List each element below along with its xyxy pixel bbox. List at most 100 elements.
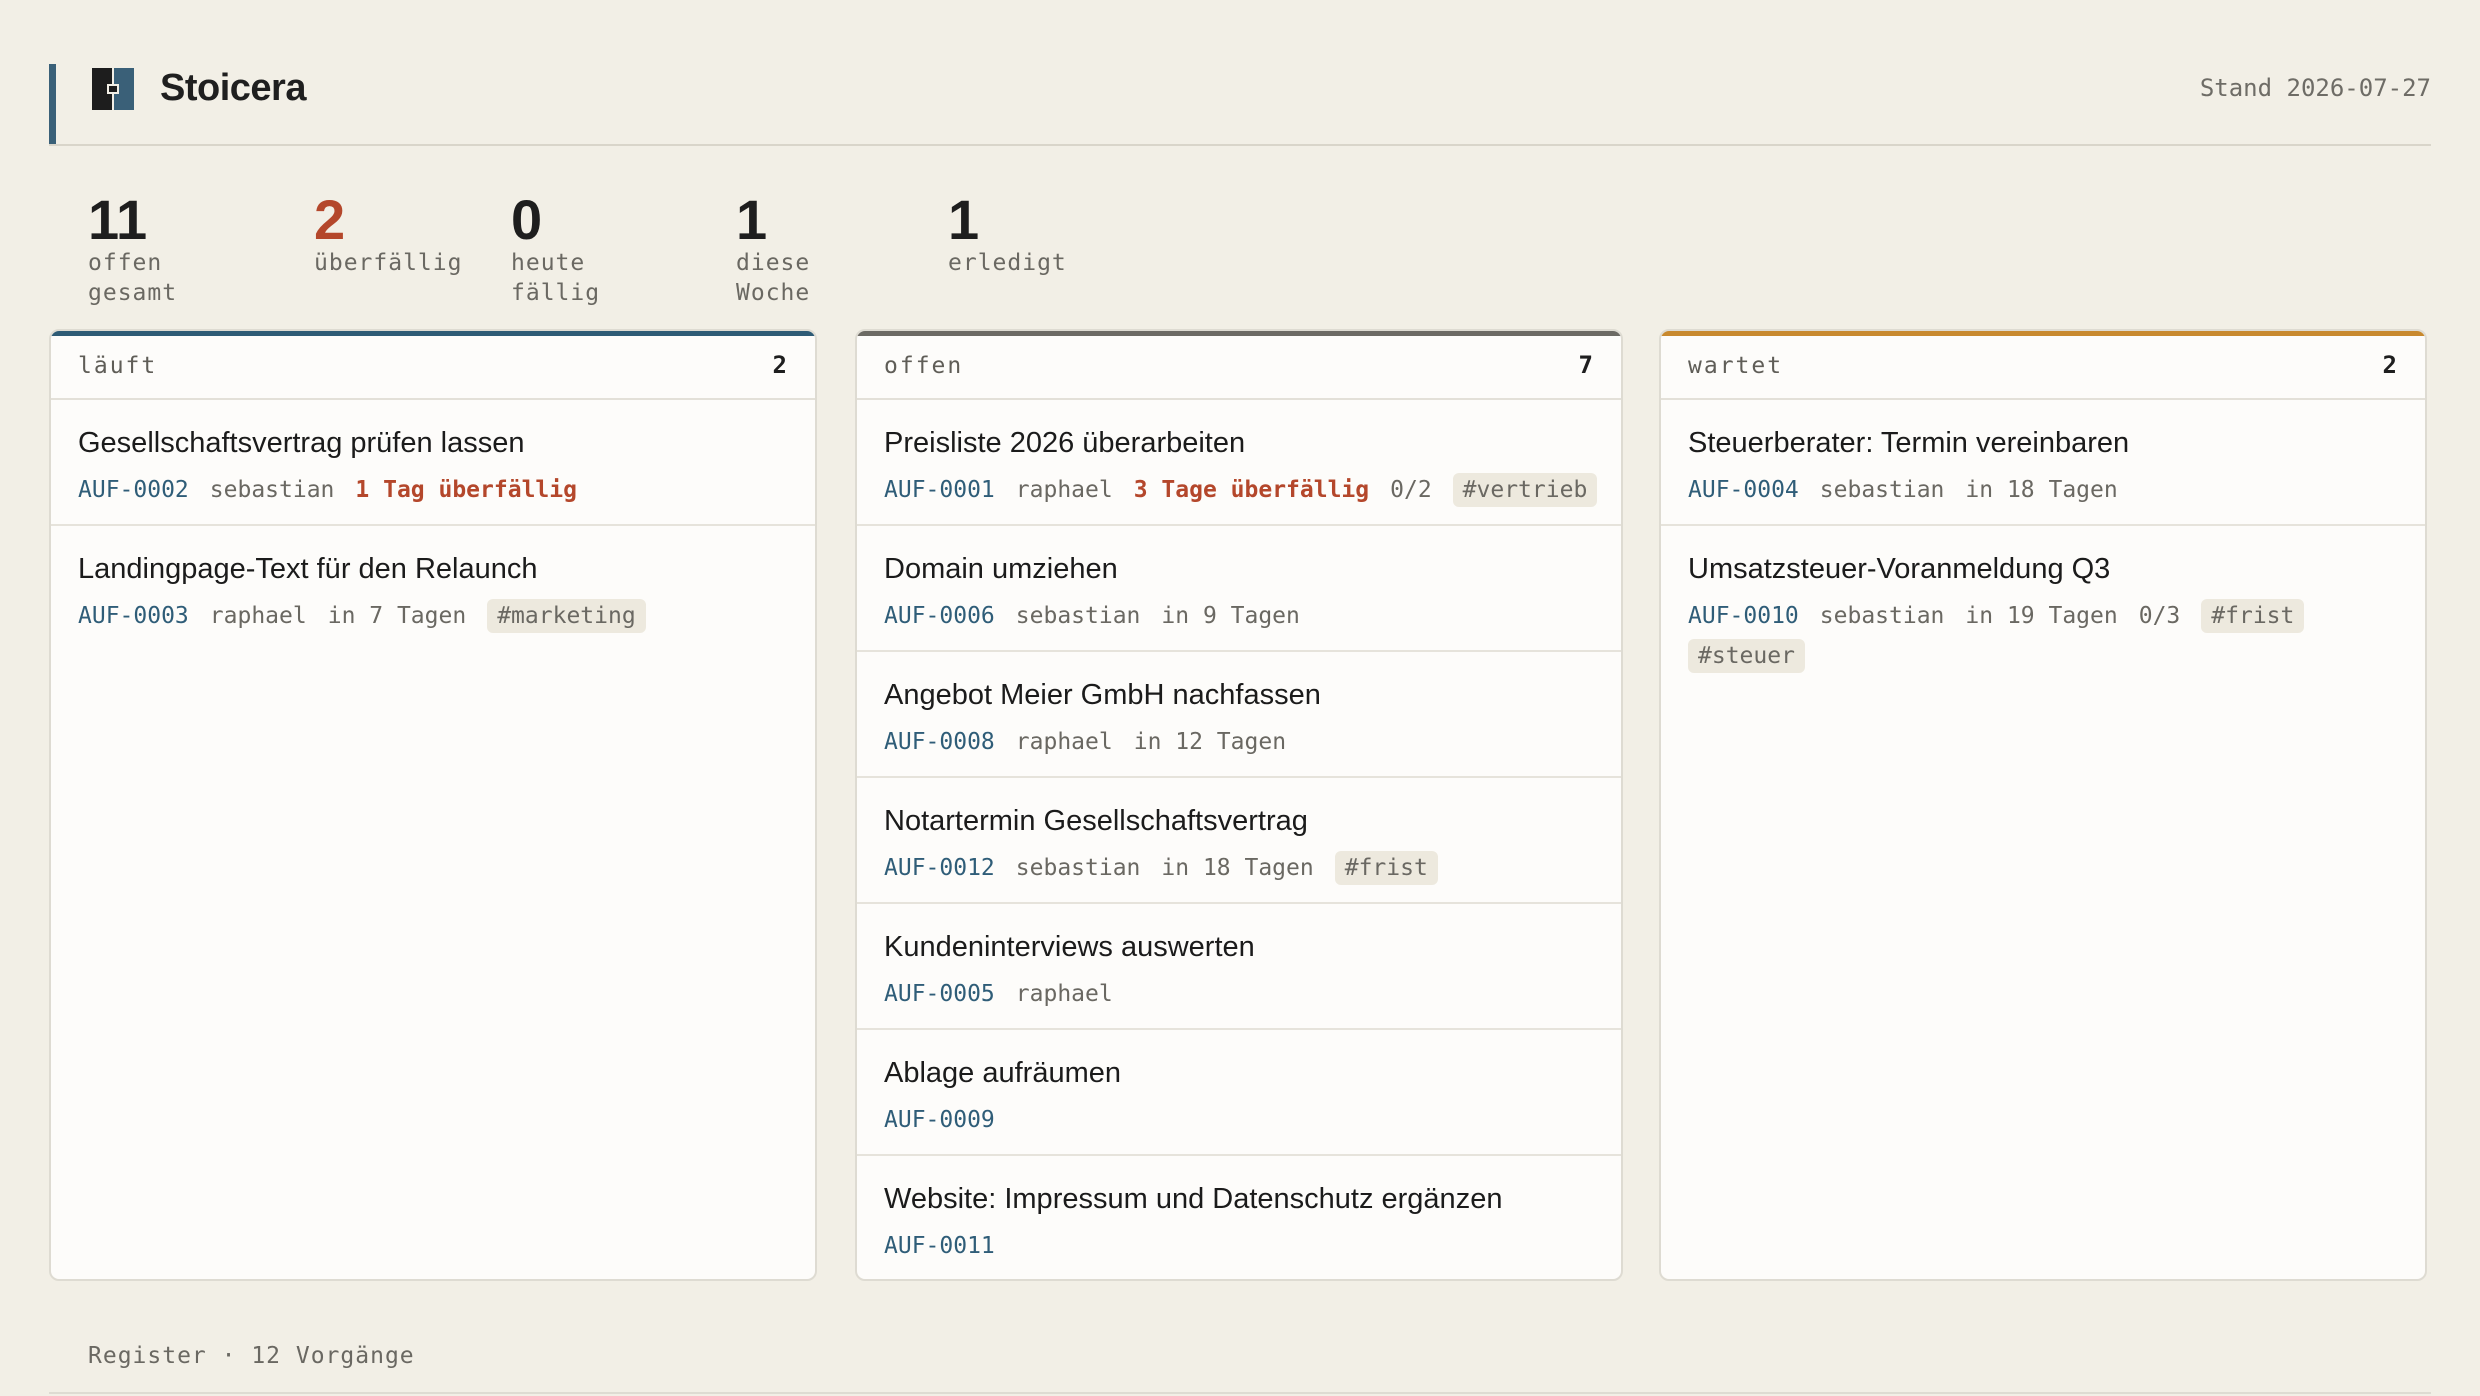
column-count: 7 [1578,351,1593,379]
register-divider [49,1392,2431,1394]
task-title: Notartermin Gesellschaftsvertrag [884,805,1308,837]
task-checklist-progress: 0/3 [2138,603,2181,629]
task-due: in 12 Tagen [1133,729,1287,755]
column-name: offen [884,353,964,379]
task-due: in 18 Tagen [1161,855,1314,881]
stat-offen-gesamt[interactable]: 11 offen gesamt [88,190,177,308]
task-title: Gesellschaftsvertrag prüfen lassen [78,427,525,459]
task-id[interactable]: AUF-0012 [884,845,995,891]
stat-value: 1 [736,188,768,251]
task-card[interactable]: Landingpage-Text für den Relaunch AUF-00… [51,526,815,652]
app-header: Stoicera Stand 2026-07-27 [49,64,2431,146]
stand-date: Stand 2026-07-27 [2199,74,2431,102]
task-due: in 7 Tagen [327,603,467,629]
task-id[interactable]: AUF-0009 [884,1097,995,1143]
task-meta: AUF-0006 sebastian in 9 Tagen [884,593,1601,639]
task-tag[interactable]: #vertrieb [1452,473,1598,507]
task-card[interactable]: Notartermin Gesellschaftsvertrag AUF-001… [857,778,1621,904]
task-id[interactable]: AUF-0006 [884,593,995,639]
column-count: 2 [2382,351,2397,379]
stat-value: 11 [88,188,148,251]
stat-erledigt[interactable]: 1 erledigt [948,190,1067,278]
task-title: Kundeninterviews auswerten [884,931,1255,963]
stat-label: offen gesamt [88,250,178,306]
task-due: in 19 Tagen [1965,603,2118,629]
task-assignee: raphael [1015,981,1113,1007]
task-id[interactable]: AUF-0004 [1688,467,1799,513]
task-assignee: sebastian [1819,603,1945,629]
column-laeuft: läuft 2 Gesellschaftsvertrag prüfen lass… [49,329,817,1281]
task-assignee: sebastian [209,477,335,503]
task-card[interactable]: Gesellschaftsvertrag prüfen lassen AUF-0… [51,400,815,526]
task-id[interactable]: AUF-0010 [1688,593,1799,639]
header-accent-bar [49,64,56,144]
task-card[interactable]: Domain umziehen AUF-0006 sebastian in 9 … [857,526,1621,652]
task-meta: AUF-0005 raphael [884,971,1601,1017]
task-meta: AUF-0003 raphael in 7 Tagen #marketing [78,593,795,639]
app-title: Stoicera [160,67,306,109]
task-title: Angebot Meier GmbH nachfassen [884,679,1321,711]
page: Stoicera Stand 2026-07-27 11 offen gesam… [0,0,2480,1396]
task-tag[interactable]: #frist [2201,599,2305,633]
stat-diese-woche[interactable]: 1 diese Woche [736,190,810,308]
task-card[interactable]: Umsatzsteuer-Voranmeldung Q3 AUF-0010 se… [1661,526,2425,702]
stat-value: 0 [511,188,543,251]
task-meta: AUF-0004 sebastian in 18 Tagen [1688,467,2405,513]
column-header[interactable]: offen 7 [857,336,1621,400]
task-id[interactable]: AUF-0005 [884,971,995,1017]
task-id[interactable]: AUF-0011 [884,1223,995,1269]
task-due: in 18 Tagen [1965,477,2118,503]
stat-label: überfällig [314,250,463,276]
task-title: Landingpage-Text für den Relaunch [78,553,538,585]
stoicera-logo-icon [92,68,134,110]
task-tag[interactable]: #steuer [1688,639,1805,673]
column-name: läuft [78,353,158,379]
stat-heute-faellig[interactable]: 0 heute fällig [511,190,600,308]
task-id[interactable]: AUF-0003 [78,593,189,639]
column-header[interactable]: wartet 2 [1661,336,2425,400]
task-overdue: 1 Tag überfällig [355,477,577,503]
task-meta: AUF-0002 sebastian 1 Tag überfällig [78,467,795,513]
task-card[interactable]: Angebot Meier GmbH nachfassen AUF-0008 r… [857,652,1621,778]
column-name: wartet [1688,353,1784,379]
task-meta: AUF-0009 [884,1097,1601,1143]
task-id[interactable]: AUF-0001 [884,467,995,513]
task-title: Domain umziehen [884,553,1118,585]
task-tag[interactable]: #marketing [487,599,646,633]
column-wartet: wartet 2 Steuerberater: Termin vereinbar… [1659,329,2427,1281]
task-checklist-progress: 0/2 [1390,477,1432,503]
task-assignee: raphael [1015,477,1113,503]
task-title: Website: Impressum und Datenschutz ergän… [884,1183,1503,1215]
task-title: Umsatzsteuer-Voranmeldung Q3 [1688,553,2111,585]
column-count: 2 [772,351,787,379]
task-assignee: sebastian [1015,855,1141,881]
task-title: Ablage aufräumen [884,1057,1121,1089]
task-meta: AUF-0001 raphael 3 Tage überfällig 0/2 #… [884,467,1601,513]
task-meta: AUF-0010 sebastian in 19 Tagen 0/3 #fris… [1688,593,2405,673]
task-meta: AUF-0008 raphael in 12 Tagen [884,719,1601,765]
task-card[interactable]: Preisliste 2026 überarbeiten AUF-0001 ra… [857,400,1621,526]
stat-value: 1 [948,188,980,251]
stat-ueberfaellig[interactable]: 2 überfällig [314,190,462,278]
stat-label: heute fällig [511,250,601,306]
stat-label: diese Woche [736,250,811,306]
task-id[interactable]: AUF-0008 [884,719,995,765]
column-header[interactable]: läuft 2 [51,336,815,400]
task-due: in 9 Tagen [1161,603,1300,629]
task-card[interactable]: Steuerberater: Termin vereinbaren AUF-00… [1661,400,2425,526]
task-assignee: raphael [1015,729,1113,755]
task-card[interactable]: Ablage aufräumen AUF-0009 [857,1030,1621,1156]
task-card[interactable]: Website: Impressum und Datenschutz ergän… [857,1156,1621,1279]
task-assignee: sebastian [1819,477,1945,503]
task-tag[interactable]: #frist [1334,851,1438,885]
task-title: Steuerberater: Termin vereinbaren [1688,427,2130,459]
stat-label: erledigt [948,250,1067,276]
task-overdue: 3 Tage überfällig [1133,477,1370,503]
column-offen: offen 7 Preisliste 2026 überarbeiten AUF… [855,329,1623,1281]
task-meta: AUF-0011 [884,1223,1601,1269]
task-card[interactable]: Kundeninterviews auswerten AUF-0005 raph… [857,904,1621,1030]
task-id[interactable]: AUF-0002 [78,467,189,513]
task-meta: AUF-0012 sebastian in 18 Tagen #frist [884,845,1601,891]
register-heading: Register · 12 Vorgänge [88,1343,415,1369]
task-assignee: sebastian [1015,603,1141,629]
